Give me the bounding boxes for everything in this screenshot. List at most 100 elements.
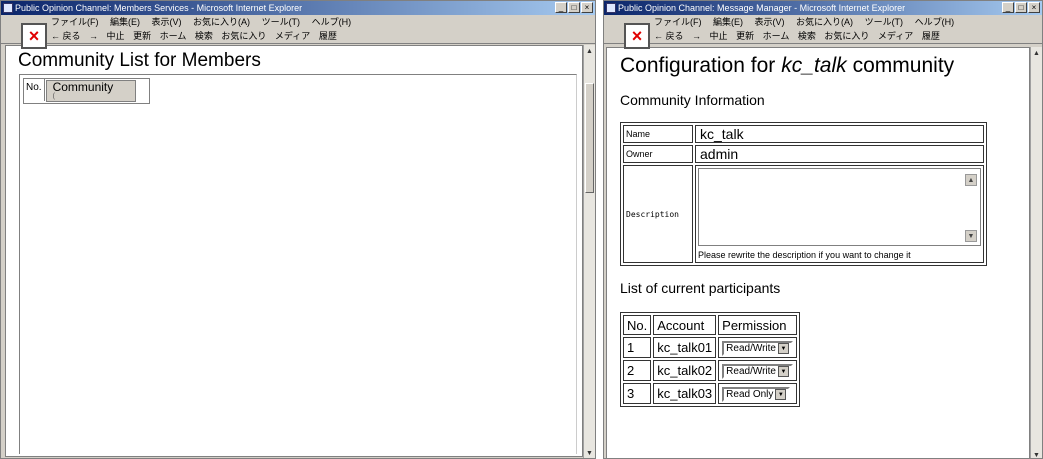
row-account: kc_talk01: [653, 337, 717, 358]
info-row-owner: Owner admin: [623, 145, 984, 163]
refresh-button[interactable]: 更新: [133, 31, 151, 41]
info-row-name: Name kc_talk: [623, 125, 984, 143]
owner-value: admin: [695, 145, 984, 163]
scroll-thumb[interactable]: [585, 83, 594, 193]
name-label: Name: [623, 125, 693, 143]
menu-help[interactable]: ヘルプ(H): [312, 17, 352, 27]
row-account: kc_talk02: [653, 360, 717, 381]
back-button[interactable]: ← 戻る: [654, 31, 684, 41]
minimize-button[interactable]: _: [555, 2, 567, 13]
right-menubar: ファイル(F) 編集(E) 表示(V) お気に入り(A) ツール(T) ヘルプ(…: [604, 15, 1042, 29]
menu-tools[interactable]: ツール(T): [262, 17, 301, 27]
col-header-no: No.: [623, 315, 652, 335]
participants-header-row: No. Account Permission: [623, 315, 797, 335]
permission-value: Read Only: [726, 389, 774, 400]
left-titlebar[interactable]: Public Opinion Channel: Members Services…: [1, 1, 595, 15]
row-no: 1: [623, 337, 652, 358]
media-button[interactable]: メディア: [878, 31, 913, 41]
table-row: 1 kc_talk01 Read/Write ▼: [623, 337, 797, 358]
forward-button[interactable]: →: [89, 31, 98, 41]
page-title: Configuration for kc_talk community: [620, 54, 1029, 78]
maximize-button[interactable]: □: [1015, 2, 1027, 13]
menu-file[interactable]: ファイル(F): [654, 17, 702, 27]
home-button[interactable]: ホーム: [763, 31, 790, 41]
left-vertical-scrollbar[interactable]: ▲ ▼: [583, 45, 595, 458]
chevron-down-icon[interactable]: ▼: [778, 366, 789, 377]
sort-hint: (: [52, 93, 55, 100]
col-header-no: No.: [24, 79, 45, 101]
community-header-label: Community: [52, 80, 114, 94]
community-info-heading: Community Information: [620, 92, 765, 108]
owner-label: Owner: [623, 145, 693, 163]
home-button[interactable]: ホーム: [160, 31, 187, 41]
right-titlebar[interactable]: Public Opinion Channel: Message Manager …: [604, 1, 1042, 15]
title-suffix: community: [852, 54, 955, 77]
back-button[interactable]: ← 戻る: [51, 31, 81, 41]
left-menubar: ファイル(F) 編集(E) 表示(V) お気に入り(A) ツール(T) ヘルプ(…: [1, 15, 595, 29]
permission-select[interactable]: Read Only ▼: [722, 387, 791, 402]
close-button[interactable]: ×: [1028, 2, 1040, 13]
participants-heading: List of current participants: [620, 280, 781, 296]
menu-edit[interactable]: 編集(E): [713, 17, 743, 27]
favorites-button[interactable]: お気に入り: [824, 31, 869, 41]
col-header-permission: Permission: [718, 315, 797, 335]
menu-edit[interactable]: 編集(E): [110, 17, 140, 27]
right-vertical-scrollbar[interactable]: ▲ ▼: [1030, 47, 1042, 458]
menu-view[interactable]: 表示(V): [152, 17, 182, 27]
menu-help[interactable]: ヘルプ(H): [915, 17, 955, 27]
title-prefix: Configuration for: [620, 54, 776, 77]
history-button[interactable]: 履歴: [922, 31, 940, 41]
row-no: 2: [623, 360, 652, 381]
right-page-content: Configuration for kc_talk community Commun…: [606, 47, 1030, 458]
forward-button[interactable]: →: [692, 31, 701, 41]
menu-favorites[interactable]: お気に入り(A): [796, 17, 853, 27]
close-button[interactable]: ×: [581, 2, 593, 13]
name-value: kc_talk: [695, 125, 984, 143]
scroll-up-icon[interactable]: ▲: [585, 47, 594, 56]
chevron-down-icon[interactable]: ▼: [775, 389, 787, 400]
community-list-frame: No. Community (: [19, 74, 577, 454]
left-page-content: Community List for Members No. Community…: [5, 45, 583, 457]
left-browser-window: Public Opinion Channel: Members Services…: [0, 0, 596, 459]
permission-value: Read/Write: [726, 343, 776, 354]
maximize-button[interactable]: □: [568, 2, 580, 13]
scroll-down-icon[interactable]: ▼: [585, 449, 594, 458]
info-row-description: Description ▲ ▼ Please rewrite the descr…: [623, 165, 984, 263]
history-button[interactable]: 履歴: [319, 31, 337, 41]
ie-app-icon: [3, 3, 13, 13]
favorites-button[interactable]: お気に入り: [221, 31, 266, 41]
search-button[interactable]: 検索: [195, 31, 213, 41]
table-row: 3 kc_talk03 Read Only ▼: [623, 383, 797, 404]
row-no: 3: [623, 383, 652, 404]
menu-file[interactable]: ファイル(F): [51, 17, 99, 27]
scroll-down-icon[interactable]: ▼: [1032, 451, 1041, 458]
broken-image-icon: ×: [624, 23, 650, 49]
broken-image-icon: ×: [21, 23, 47, 49]
description-label: Description: [623, 165, 693, 263]
search-button[interactable]: 検索: [798, 31, 816, 41]
minimize-button[interactable]: _: [1002, 2, 1014, 13]
community-info-table: Name kc_talk Owner admin Description ▲ ▼…: [620, 122, 987, 266]
permission-select[interactable]: Read/Write ▼: [722, 341, 793, 356]
scroll-up-icon[interactable]: ▲: [1032, 49, 1041, 58]
community-name-title: kc_talk: [781, 54, 847, 77]
menu-tools[interactable]: ツール(T): [865, 17, 904, 27]
textarea-scroll-down-icon[interactable]: ▼: [965, 230, 977, 242]
description-textarea[interactable]: ▲ ▼: [698, 168, 981, 246]
right-browser-window: Public Opinion Channel: Message Manager …: [603, 0, 1043, 459]
menu-favorites[interactable]: お気に入り(A): [193, 17, 250, 27]
right-toolbar: ← 戻る → 中止 更新 ホーム 検索 お気に入り メディア 履歴: [604, 29, 1042, 44]
permission-select[interactable]: Read/Write ▼: [722, 364, 793, 379]
left-toolbar: ← 戻る → 中止 更新 ホーム 検索 お気に入り メディア 履歴: [1, 29, 595, 44]
textarea-scroll-up-icon[interactable]: ▲: [965, 174, 977, 186]
stop-button[interactable]: 中止: [107, 31, 125, 41]
permission-value: Read/Write: [726, 366, 776, 377]
left-window-title: Public Opinion Channel: Members Services…: [15, 3, 303, 13]
menu-view[interactable]: 表示(V): [755, 17, 785, 27]
col-header-community[interactable]: Community (: [45, 80, 136, 102]
stop-button[interactable]: 中止: [710, 31, 728, 41]
page-title: Community List for Members: [18, 50, 261, 71]
chevron-down-icon[interactable]: ▼: [778, 343, 789, 354]
media-button[interactable]: メディア: [275, 31, 310, 41]
refresh-button[interactable]: 更新: [736, 31, 754, 41]
